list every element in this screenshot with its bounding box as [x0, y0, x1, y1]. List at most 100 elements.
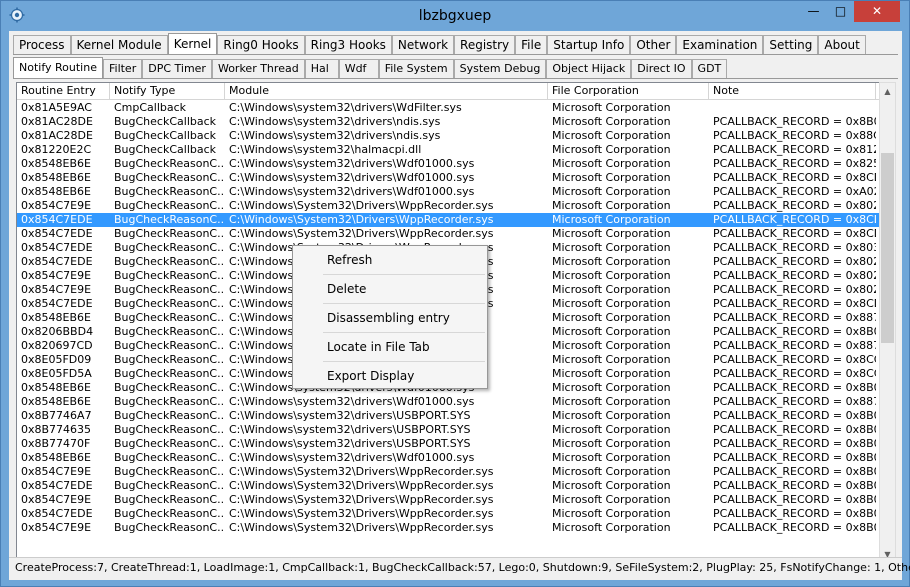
tab-process[interactable]: Process	[13, 35, 71, 54]
note-cell: PCALLBACK_RECORD = 0x88C0...	[713, 129, 876, 142]
module-cell: C:\Windows\System32\Drivers\WppRecorder.…	[229, 493, 494, 506]
note-cell: PCALLBACK_RECORD = 0x802E3...	[713, 269, 876, 282]
file-corporation-cell: Microsoft Corporation	[552, 199, 671, 212]
column-header-file-corporation[interactable]: File Corporation	[548, 83, 709, 100]
menu-separator	[323, 274, 485, 275]
close-button[interactable]: ✕	[854, 1, 900, 22]
tab-setting[interactable]: Setting	[763, 35, 819, 54]
notify-type-cell: BugCheckReasonC...	[114, 171, 225, 184]
subtab-system-debug[interactable]: System Debug	[453, 59, 547, 78]
subtab-object-hijack[interactable]: Object Hijack	[546, 59, 632, 78]
table-row[interactable]: 0x81220E2C BugCheckCallback C:\Windows\sys…	[17, 143, 880, 157]
table-row[interactable]: 0x8548EB6E BugCheckReasonC... C:\Windows\s…	[17, 171, 880, 185]
table-row[interactable]: 0x854C7EDE BugCheckReasonC... C:\Windows\S…	[17, 213, 880, 227]
module-cell: C:\Windows\system32\drivers\ndis.sys	[229, 129, 441, 142]
column-header-note[interactable]: Note	[709, 83, 876, 100]
tab-ring3-hooks[interactable]: Ring3 Hooks	[304, 35, 392, 54]
tab-network[interactable]: Network	[391, 35, 455, 54]
tab-registry[interactable]: Registry	[454, 35, 516, 54]
table-row[interactable]: 0x8548EB6E BugCheckReasonC... C:\Windows\s…	[17, 185, 880, 199]
notify-type-cell: BugCheckReasonC...	[114, 521, 225, 534]
table-row[interactable]: 0x854C7EDE BugCheckReasonC... C:\Windows\S…	[17, 479, 880, 493]
column-header-notify-type[interactable]: Notify Type	[110, 83, 225, 100]
file-corporation-cell: Microsoft Corporation	[552, 283, 671, 296]
subtab-dpc-timer[interactable]: DPC Timer	[142, 59, 212, 78]
subtab-filter[interactable]: Filter	[102, 59, 143, 78]
routine-entry-cell: 0x854C7E9E	[21, 493, 92, 506]
file-corporation-cell: Microsoft Corporation	[552, 143, 671, 156]
routine-entry-cell: 0x8548EB6E	[21, 185, 91, 198]
minimize-button[interactable]: —	[800, 1, 827, 22]
tab-other[interactable]: Other	[630, 35, 677, 54]
routine-entry-cell: 0x8548EB6E	[21, 157, 91, 170]
menu-item-export-display[interactable]: Export Display	[295, 365, 485, 387]
notify-type-cell: BugCheckReasonC...	[114, 493, 225, 506]
module-cell: C:\Windows\System32\Drivers\WppRecorder.…	[229, 227, 494, 240]
routine-entry-cell: 0x8E05FD09	[21, 353, 92, 366]
menu-separator	[323, 332, 485, 333]
title-bar[interactable]: lbzbgxuep — □ ✕	[1, 1, 909, 31]
menu-item-locate-in-file-tab[interactable]: Locate in File Tab	[295, 336, 485, 358]
tab-kernel[interactable]: Kernel	[167, 33, 218, 54]
subtab-file-system[interactable]: File System	[378, 59, 454, 78]
table-row[interactable]: 0x8548EB6E BugCheckReasonC... C:\Windows\s…	[17, 451, 880, 465]
table-row[interactable]: 0x8B7746A7 BugCheckReasonC... C:\Windows\s…	[17, 409, 880, 423]
notify-type-cell: BugCheckReasonC...	[114, 255, 225, 268]
maximize-button[interactable]: □	[827, 1, 854, 22]
module-cell: C:\Windows\system32\drivers\ndis.sys	[229, 115, 441, 128]
subtab-wdf[interactable]: Wdf	[338, 59, 379, 78]
subtab-worker-thread[interactable]: Worker Thread	[211, 59, 305, 78]
notify-type-cell: BugCheckCallback	[114, 115, 217, 128]
module-cell: C:\Windows\system32\drivers\USBPORT.SYS	[229, 423, 471, 436]
table-row[interactable]: 0x81A5E9AC CmpCallback C:\Windows\system32…	[17, 101, 880, 115]
note-cell: PCALLBACK_RECORD = 0x8B046...	[713, 409, 876, 422]
scroll-up-arrow-icon[interactable]: ▲	[880, 83, 895, 100]
notify-type-cell: BugCheckCallback	[114, 129, 217, 142]
subtab-hal[interactable]: Hal	[304, 59, 339, 78]
subtab-gdt[interactable]: GDT	[691, 59, 728, 78]
tab-about[interactable]: About	[818, 35, 866, 54]
table-row[interactable]: 0x8B774635 BugCheckReasonC... C:\Windows\s…	[17, 423, 880, 437]
scrollbar-thumb[interactable]	[881, 153, 894, 343]
notify-type-cell: BugCheckReasonC...	[114, 241, 225, 254]
note-cell: PCALLBACK_RECORD = 0x8B004...	[713, 521, 876, 534]
notify-type-cell: BugCheckReasonC...	[114, 339, 225, 352]
module-cell: C:\Windows\System32\Drivers\WppRecorder.…	[229, 213, 494, 226]
module-cell: C:\Windows\system32\drivers\USBPORT.SYS	[229, 409, 471, 422]
table-row[interactable]: 0x8548EB6E BugCheckReasonC... C:\Windows\s…	[17, 157, 880, 171]
subtab-direct-io[interactable]: Direct IO	[631, 59, 692, 78]
vertical-scrollbar[interactable]: ▲ ▼	[879, 82, 896, 564]
column-header-module[interactable]: Module	[225, 83, 548, 100]
routine-entry-cell: 0x81AC28DE	[21, 115, 93, 128]
routine-entry-cell: 0x8B7746A7	[21, 409, 92, 422]
tab-startup-info[interactable]: Startup Info	[547, 35, 631, 54]
module-cell: C:\Windows\system32\drivers\Wdf01000.sys	[229, 157, 475, 170]
note-cell: PCALLBACK_RECORD = 0x8CC4...	[713, 353, 876, 366]
subtab-notify-routine[interactable]: Notify Routine	[13, 57, 103, 78]
column-header-routine-entry[interactable]: Routine Entry	[17, 83, 110, 100]
table-row[interactable]: 0x854C7E9E BugCheckReasonC... C:\Windows\S…	[17, 465, 880, 479]
note-cell: PCALLBACK_RECORD = 0x8873...	[713, 395, 876, 408]
table-row[interactable]: 0x8B77470F BugCheckReasonC... C:\Windows\s…	[17, 437, 880, 451]
menu-item-refresh[interactable]: Refresh	[295, 249, 485, 271]
tab-kernel-module[interactable]: Kernel Module	[70, 35, 168, 54]
table-row[interactable]: 0x854C7EDE BugCheckReasonC... C:\Windows\S…	[17, 507, 880, 521]
table-row[interactable]: 0x854C7EDE BugCheckReasonC... C:\Windows\S…	[17, 227, 880, 241]
menu-item-disassembling-entry[interactable]: Disassembling entry	[295, 307, 485, 329]
table-row[interactable]: 0x854C7E9E BugCheckReasonC... C:\Windows\S…	[17, 199, 880, 213]
tab-examination[interactable]: Examination	[676, 35, 764, 54]
routine-entry-cell: 0x854C7E9E	[21, 269, 92, 282]
menu-item-delete[interactable]: Delete	[295, 278, 485, 300]
tab-ring0-hooks[interactable]: Ring0 Hooks	[217, 35, 305, 54]
table-row[interactable]: 0x854C7E9E BugCheckReasonC... C:\Windows\S…	[17, 521, 880, 535]
routine-entry-cell: 0x854C7EDE	[21, 213, 93, 226]
status-bar: CreateProcess:7, CreateThread:1, LoadIma…	[9, 557, 910, 577]
tab-file[interactable]: File	[515, 35, 548, 54]
table-row[interactable]: 0x854C7E9E BugCheckReasonC... C:\Windows\S…	[17, 493, 880, 507]
module-cell: C:\Windows\system32\drivers\WdFilter.sys	[229, 101, 462, 114]
table-row[interactable]: 0x8548EB6E BugCheckReasonC... C:\Windows\s…	[17, 395, 880, 409]
file-corporation-cell: Microsoft Corporation	[552, 493, 671, 506]
file-corporation-cell: Microsoft Corporation	[552, 367, 671, 380]
table-row[interactable]: 0x81AC28DE BugCheckCallback C:\Windows\sys…	[17, 115, 880, 129]
table-row[interactable]: 0x81AC28DE BugCheckCallback C:\Windows\sys…	[17, 129, 880, 143]
